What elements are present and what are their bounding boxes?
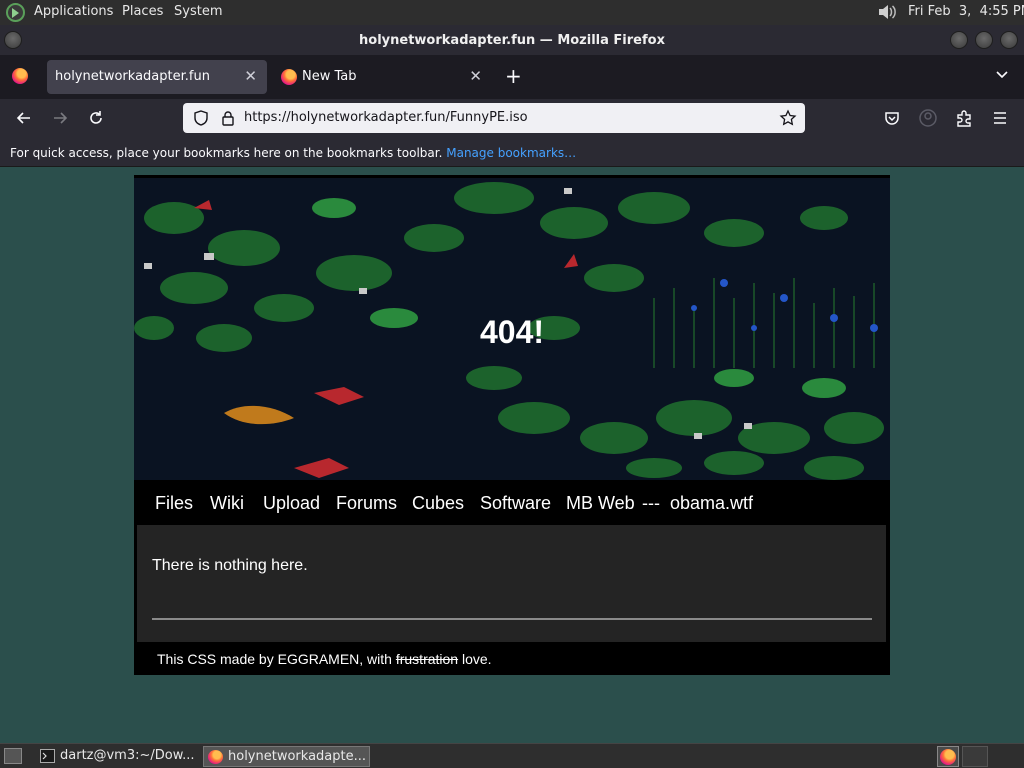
top-panel: Applications Places System Fri Feb 3, 4:… bbox=[0, 0, 1024, 25]
url-text[interactable]: https://holynetworkadapter.fun/FunnyPE.i… bbox=[244, 110, 528, 125]
account-icon[interactable] bbox=[918, 108, 938, 128]
nav-separator: --- bbox=[642, 493, 660, 513]
koi-pond-banner: 404! bbox=[134, 178, 890, 480]
close-tab-icon[interactable]: ✕ bbox=[244, 67, 257, 85]
manage-bookmarks-link[interactable]: Manage bookmarks… bbox=[446, 146, 576, 160]
minimize-button[interactable] bbox=[950, 31, 968, 49]
firefox-icon bbox=[208, 750, 223, 764]
pocket-icon[interactable] bbox=[882, 108, 902, 128]
tab-label: holynetworkadapter.fun bbox=[55, 69, 210, 84]
nav-link-mb-web[interactable]: MB Web bbox=[566, 493, 635, 514]
menu-system[interactable]: System bbox=[174, 4, 222, 19]
window-titlebar[interactable]: holynetworkadapter.fun — Mozilla Firefox bbox=[0, 25, 1024, 55]
navigation-toolbar: https://holynetworkadapter.fun/FunnyPE.i… bbox=[0, 99, 1024, 139]
maximize-button[interactable] bbox=[975, 31, 993, 49]
close-window-button[interactable] bbox=[1000, 31, 1018, 49]
forward-arrow-icon[interactable] bbox=[50, 108, 70, 128]
terminal-icon bbox=[40, 749, 55, 763]
show-desktop-icon[interactable] bbox=[4, 748, 22, 764]
extensions-puzzle-icon[interactable] bbox=[954, 108, 974, 128]
window-title: holynetworkadapter.fun — Mozilla Firefox bbox=[359, 33, 665, 48]
footer-prefix: This CSS made by EGGRAMEN, with bbox=[157, 651, 392, 667]
url-bar[interactable]: https://holynetworkadapter.fun/FunnyPE.i… bbox=[183, 103, 805, 133]
bookmarks-toolbar: For quick access, place your bookmarks h… bbox=[0, 139, 1024, 167]
new-tab-button[interactable]: + bbox=[505, 64, 522, 88]
site-footer: This CSS made by EGGRAMEN, with frustrat… bbox=[134, 642, 890, 675]
firefox-view-icon[interactable] bbox=[12, 68, 28, 84]
taskbar-item-terminal[interactable]: dartz@vm3:~/Dow... bbox=[36, 746, 198, 767]
page-content: 404! Files Wiki Upload Forums Cubes Soft… bbox=[0, 168, 1024, 743]
bookmarks-hint: For quick access, place your bookmarks h… bbox=[10, 146, 576, 160]
footer-text: This CSS made by EGGRAMEN, with frustrat… bbox=[157, 651, 492, 667]
nav-link-wiki[interactable]: Wiki bbox=[210, 493, 244, 514]
chevron-down-icon[interactable] bbox=[995, 68, 1009, 82]
nav-link-software[interactable]: Software bbox=[480, 493, 551, 514]
nav-link-forums[interactable]: Forums bbox=[336, 493, 397, 514]
nav-link-files[interactable]: Files bbox=[155, 493, 193, 514]
bookmark-star-icon[interactable] bbox=[779, 109, 797, 127]
site-container: 404! Files Wiki Upload Forums Cubes Soft… bbox=[134, 175, 890, 675]
tray-firefox-launcher[interactable] bbox=[937, 746, 959, 767]
mate-logo-icon[interactable] bbox=[6, 3, 25, 22]
nav-link-upload[interactable]: Upload bbox=[263, 493, 320, 514]
nav-link-obama-wtf[interactable]: obama.wtf bbox=[670, 493, 753, 514]
firefox-icon bbox=[940, 749, 956, 765]
divider bbox=[152, 618, 872, 620]
tab-strip: holynetworkadapter.fun ✕ New Tab ✕ + bbox=[0, 55, 1024, 99]
workspace-switcher[interactable] bbox=[962, 746, 988, 767]
site-main: There is nothing here. bbox=[137, 525, 886, 642]
reload-icon[interactable] bbox=[86, 108, 106, 128]
bottom-taskbar: dartz@vm3:~/Dow... holynetworkadapte... bbox=[0, 743, 1024, 768]
firefox-icon bbox=[281, 69, 297, 85]
volume-icon[interactable] bbox=[876, 2, 898, 22]
bookmarks-hint-text: For quick access, place your bookmarks h… bbox=[10, 146, 443, 160]
page-heading: 404! bbox=[479, 314, 545, 350]
close-tab-icon[interactable]: ✕ bbox=[469, 67, 482, 85]
site-navigation: Files Wiki Upload Forums Cubes Software … bbox=[134, 480, 890, 526]
shield-icon[interactable] bbox=[192, 109, 210, 127]
lock-icon[interactable] bbox=[219, 109, 237, 127]
hamburger-menu-icon[interactable] bbox=[990, 108, 1010, 128]
menu-applications[interactable]: Applications bbox=[34, 4, 113, 19]
clock[interactable]: Fri Feb 3, 4:55 PM bbox=[908, 4, 1024, 19]
footer-suffix: love. bbox=[461, 651, 492, 667]
footer-struck-word: frustration bbox=[395, 651, 459, 667]
taskbar-item-label: dartz@vm3:~/Dow... bbox=[60, 748, 195, 763]
empty-message: There is nothing here. bbox=[152, 557, 308, 574]
tab-label: New Tab bbox=[302, 69, 357, 84]
taskbar-item-label: holynetworkadapte... bbox=[228, 749, 366, 764]
tab-holynetworkadapter[interactable]: holynetworkadapter.fun ✕ bbox=[47, 60, 267, 94]
back-arrow-icon[interactable] bbox=[14, 108, 34, 128]
taskbar-item-firefox[interactable]: holynetworkadapte... bbox=[203, 746, 370, 767]
menu-places[interactable]: Places bbox=[122, 4, 163, 19]
nav-link-cubes[interactable]: Cubes bbox=[412, 493, 464, 514]
tab-new-tab[interactable]: New Tab ✕ bbox=[272, 60, 492, 94]
